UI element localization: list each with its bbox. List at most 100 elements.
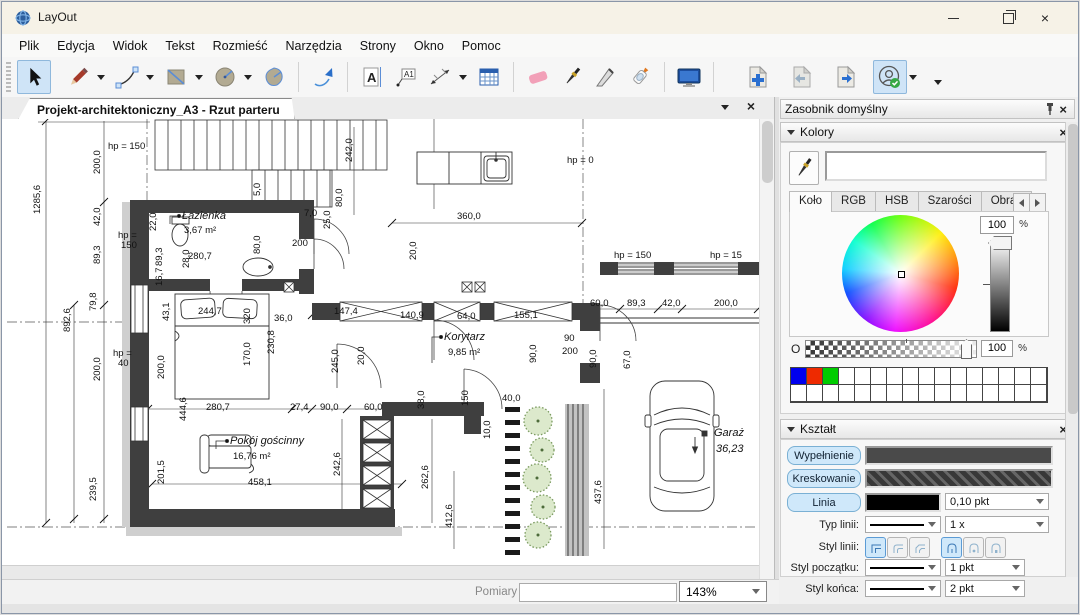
color-swatch[interactable] bbox=[886, 384, 903, 402]
text-tool-button[interactable]: A bbox=[355, 60, 389, 94]
menu-item-plik[interactable]: Plik bbox=[10, 36, 48, 56]
tray-header[interactable]: Zasobnik domyślny × bbox=[780, 99, 1075, 119]
corner-bevel-button[interactable] bbox=[909, 537, 930, 558]
scrollbar-thumb[interactable] bbox=[762, 121, 773, 183]
account-button[interactable] bbox=[873, 60, 907, 94]
color-swatch[interactable] bbox=[886, 367, 903, 385]
start-size-dropdown[interactable]: 1 pkt bbox=[945, 559, 1025, 576]
shape-group-header[interactable]: Kształt × bbox=[780, 419, 1075, 439]
presentation-button[interactable] bbox=[672, 60, 706, 94]
arc-tool-dropdown[interactable] bbox=[146, 75, 154, 80]
color-swatch[interactable] bbox=[806, 384, 823, 402]
brightness-value[interactable]: 100 bbox=[980, 216, 1014, 234]
color-wheel[interactable] bbox=[842, 215, 959, 332]
tab-list-dropdown[interactable] bbox=[721, 105, 729, 110]
line-weight-dropdown[interactable]: 0,10 pkt bbox=[945, 493, 1049, 510]
color-swatch[interactable] bbox=[982, 367, 999, 385]
color-swatch[interactable] bbox=[854, 367, 871, 385]
label-tool-button[interactable]: A1 bbox=[389, 60, 423, 94]
close-button[interactable]: × bbox=[1030, 8, 1060, 28]
color-swatch[interactable] bbox=[950, 367, 967, 385]
line-tool-dropdown[interactable] bbox=[97, 75, 105, 80]
cap-round-button[interactable] bbox=[963, 537, 984, 558]
color-swatch[interactable] bbox=[966, 367, 983, 385]
line-toggle-button[interactable]: Linia bbox=[787, 493, 861, 512]
color-swatch[interactable] bbox=[902, 384, 919, 402]
colors-group-header[interactable]: Kolory × bbox=[780, 122, 1075, 142]
opacity-value[interactable]: 100 bbox=[981, 340, 1013, 357]
glue-tool-button[interactable] bbox=[623, 60, 657, 94]
panel-scrollbar-thumb[interactable] bbox=[1068, 124, 1078, 414]
color-swatch[interactable] bbox=[854, 384, 871, 402]
line-color-swatch[interactable] bbox=[865, 493, 941, 512]
color-swatch[interactable] bbox=[998, 384, 1015, 402]
table-tool-button[interactable] bbox=[472, 60, 506, 94]
tabs-scroll-left-button[interactable] bbox=[1013, 193, 1030, 212]
account-dropdown[interactable] bbox=[909, 75, 917, 80]
select-tool-button[interactable] bbox=[17, 60, 51, 94]
color-swatch[interactable] bbox=[982, 384, 999, 402]
start-style-dropdown[interactable] bbox=[865, 559, 941, 576]
brightness-slider[interactable] bbox=[990, 240, 1010, 332]
menu-item-tekst[interactable]: Tekst bbox=[156, 36, 203, 56]
color-swatch[interactable] bbox=[918, 367, 935, 385]
line-tool-button[interactable] bbox=[61, 60, 95, 94]
drawing-canvas[interactable]: 1285,6892,6200,0hp = 15042,089,3hp =1507… bbox=[2, 119, 759, 579]
color-swatch[interactable] bbox=[902, 367, 919, 385]
circle-tool-button[interactable] bbox=[208, 60, 242, 94]
panel-scrollbar[interactable] bbox=[1065, 122, 1079, 577]
pin-icon[interactable] bbox=[1044, 102, 1056, 116]
color-swatch[interactable] bbox=[934, 384, 951, 402]
menu-item-widok[interactable]: Widok bbox=[104, 36, 157, 56]
color-swatch[interactable] bbox=[1014, 367, 1031, 385]
hatch-pattern-swatch[interactable] bbox=[865, 469, 1053, 488]
toolbar-grip[interactable] bbox=[6, 62, 11, 92]
tabs-scroll-right-button[interactable] bbox=[1029, 193, 1046, 212]
cap-square-button[interactable] bbox=[985, 537, 1006, 558]
toolbar-overflow-dropdown[interactable] bbox=[934, 80, 942, 85]
add-page-button[interactable] bbox=[741, 60, 775, 94]
color-swatch[interactable] bbox=[918, 384, 935, 402]
color-picker-button[interactable] bbox=[789, 151, 819, 185]
color-swatch[interactable] bbox=[870, 384, 887, 402]
color-swatch[interactable] bbox=[950, 384, 967, 402]
menu-item-strony[interactable]: Strony bbox=[351, 36, 405, 56]
color-swatch[interactable] bbox=[838, 367, 855, 385]
polygon-tool-button[interactable] bbox=[257, 60, 291, 94]
end-size-dropdown[interactable]: 2 pkt bbox=[945, 580, 1025, 597]
color-swatch[interactable] bbox=[870, 367, 887, 385]
color-tab-koło[interactable]: Koło bbox=[789, 191, 832, 212]
circle-tool-dropdown[interactable] bbox=[244, 75, 252, 80]
line-type-dropdown[interactable] bbox=[865, 516, 941, 533]
next-page-button[interactable] bbox=[829, 60, 863, 94]
document-tab[interactable]: Projekt-architektoniczny_A3 - Rzut parte… bbox=[18, 98, 295, 120]
color-swatch[interactable] bbox=[966, 384, 983, 402]
color-swatch[interactable] bbox=[1014, 384, 1031, 402]
measurements-input[interactable] bbox=[519, 583, 677, 602]
color-swatch[interactable] bbox=[1030, 384, 1047, 402]
color-swatch[interactable] bbox=[822, 384, 839, 402]
color-swatch[interactable] bbox=[822, 367, 839, 385]
opacity-slider[interactable] bbox=[805, 340, 977, 358]
end-style-dropdown[interactable] bbox=[865, 580, 941, 597]
canvas-vertical-scrollbar[interactable] bbox=[759, 119, 775, 579]
fill-toggle-button[interactable]: Wypełnienie bbox=[787, 446, 861, 465]
color-tab-rgb[interactable]: RGB bbox=[831, 191, 876, 212]
hatch-toggle-button[interactable]: Kreskowanie bbox=[787, 469, 861, 488]
minimize-button[interactable] bbox=[938, 8, 968, 28]
rectangle-tool-dropdown[interactable] bbox=[195, 75, 203, 80]
menu-item-narzędzia[interactable]: Narzędzia bbox=[276, 36, 350, 56]
color-swatch[interactable] bbox=[1030, 367, 1047, 385]
color-swatch[interactable] bbox=[934, 367, 951, 385]
dimension-tool-button[interactable] bbox=[423, 60, 457, 94]
color-tab-hsb[interactable]: HSB bbox=[875, 191, 919, 212]
color-swatch[interactable] bbox=[838, 384, 855, 402]
fill-color-swatch[interactable] bbox=[865, 446, 1053, 465]
color-wheel-marker[interactable] bbox=[898, 271, 905, 278]
menu-item-pomoc[interactable]: Pomoc bbox=[453, 36, 510, 56]
color-swatch[interactable] bbox=[790, 384, 807, 402]
arc-tool-button[interactable] bbox=[110, 60, 144, 94]
rectangle-tool-button[interactable] bbox=[159, 60, 193, 94]
tab-close-icon[interactable]: × bbox=[747, 98, 755, 114]
tray-close-icon[interactable]: × bbox=[1056, 102, 1070, 117]
